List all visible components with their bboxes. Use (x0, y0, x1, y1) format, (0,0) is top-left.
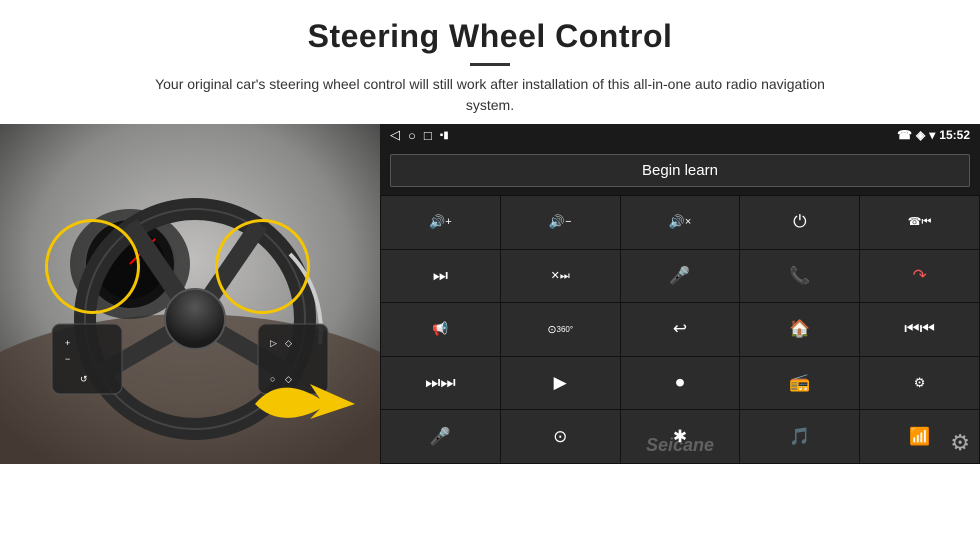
cam-button[interactable]: ⊙ (501, 410, 620, 463)
android-screen: ◁ ○ □ ▪▮ ☎ ◈ ▾ 15:52 Begin learn (380, 124, 980, 464)
svg-text:▷: ▷ (270, 338, 277, 348)
svg-text:+: + (65, 338, 70, 348)
media-button[interactable]: ⏺ (621, 357, 740, 410)
eq-button[interactable]: ⚙ (860, 357, 979, 410)
begin-learn-button[interactable]: Begin learn (390, 154, 970, 187)
radio-button[interactable]: 📻 (740, 357, 859, 410)
status-bar-right: ☎ ◈ ▾ 15:52 (897, 128, 970, 142)
call-button[interactable]: 📞 (740, 250, 859, 303)
prev-button[interactable]: ⏮⏮ (860, 303, 979, 356)
car-image: + − ↺ ▷ ◇ ○ ◇ (0, 124, 380, 464)
end-call-button[interactable]: ↷ (860, 250, 979, 303)
page: Steering Wheel Control Your original car… (0, 0, 980, 548)
nav-button[interactable]: ▶ (501, 357, 620, 410)
vol-up-button[interactable]: 🔊+ (381, 196, 500, 249)
nav-circle-icon[interactable]: ○ (408, 128, 416, 143)
svg-text:−: − (65, 354, 70, 364)
fast-fwd-button[interactable]: ⏭⏭ (381, 357, 500, 410)
status-bar: ◁ ○ □ ▪▮ ☎ ◈ ▾ 15:52 (380, 124, 980, 146)
nav-square-icon[interactable]: □ (424, 128, 432, 143)
seek-button[interactable]: ✕⏭ (501, 250, 620, 303)
header-description: Your original car's steering wheel contr… (140, 74, 840, 116)
arrow-svg (250, 364, 360, 444)
vol-down-button[interactable]: 🔊− (501, 196, 620, 249)
divider (470, 63, 510, 66)
next-track-button[interactable]: ⏭ (381, 250, 500, 303)
wifi-icon: ▾ (929, 128, 935, 142)
svg-text:◇: ◇ (285, 338, 292, 348)
battery-icon: ▪▮ (440, 130, 449, 141)
mic-button[interactable]: 🎤 (621, 250, 740, 303)
phone-status-icon: ☎ (897, 128, 912, 142)
clock: 15:52 (939, 128, 970, 142)
bluetooth-button[interactable]: ✱ (621, 410, 740, 463)
status-bar-left: ◁ ○ □ ▪▮ (390, 127, 449, 143)
mute-button[interactable]: 🔊× (621, 196, 740, 249)
content-area: + − ↺ ▷ ◇ ○ ◇ (0, 124, 980, 548)
360-cam-button[interactable]: ⊙360° (501, 303, 620, 356)
call-prev-button[interactable]: ☎⏮ (860, 196, 979, 249)
music-button[interactable]: 🎵 (740, 410, 859, 463)
circle-right-highlight (215, 219, 310, 314)
power-button[interactable]: ⏻ (740, 196, 859, 249)
controls-grid: 🔊+ 🔊− 🔊× ⏻ ☎⏮ ⏭ ✕⏭ 🎤 📞 ↷ 📢 ⊙360° ↩ 🏠 (380, 195, 980, 464)
header-section: Steering Wheel Control Your original car… (0, 0, 980, 124)
svg-text:↺: ↺ (80, 374, 88, 384)
home-button[interactable]: 🏠 (740, 303, 859, 356)
circle-left-highlight (45, 219, 140, 314)
settings-gear-icon[interactable]: ⚙ (950, 430, 970, 456)
page-title: Steering Wheel Control (40, 18, 940, 55)
location-icon: ◈ (916, 128, 925, 142)
nav-back-icon[interactable]: ◁ (390, 127, 400, 143)
mic2-button[interactable]: 🎤 (381, 410, 500, 463)
back-button[interactable]: ↩ (621, 303, 740, 356)
android-screen-wrapper: ◁ ○ □ ▪▮ ☎ ◈ ▾ 15:52 Begin learn (380, 124, 980, 464)
audio-src-button[interactable]: 📢 (381, 303, 500, 356)
begin-learn-row: Begin learn (380, 146, 980, 195)
